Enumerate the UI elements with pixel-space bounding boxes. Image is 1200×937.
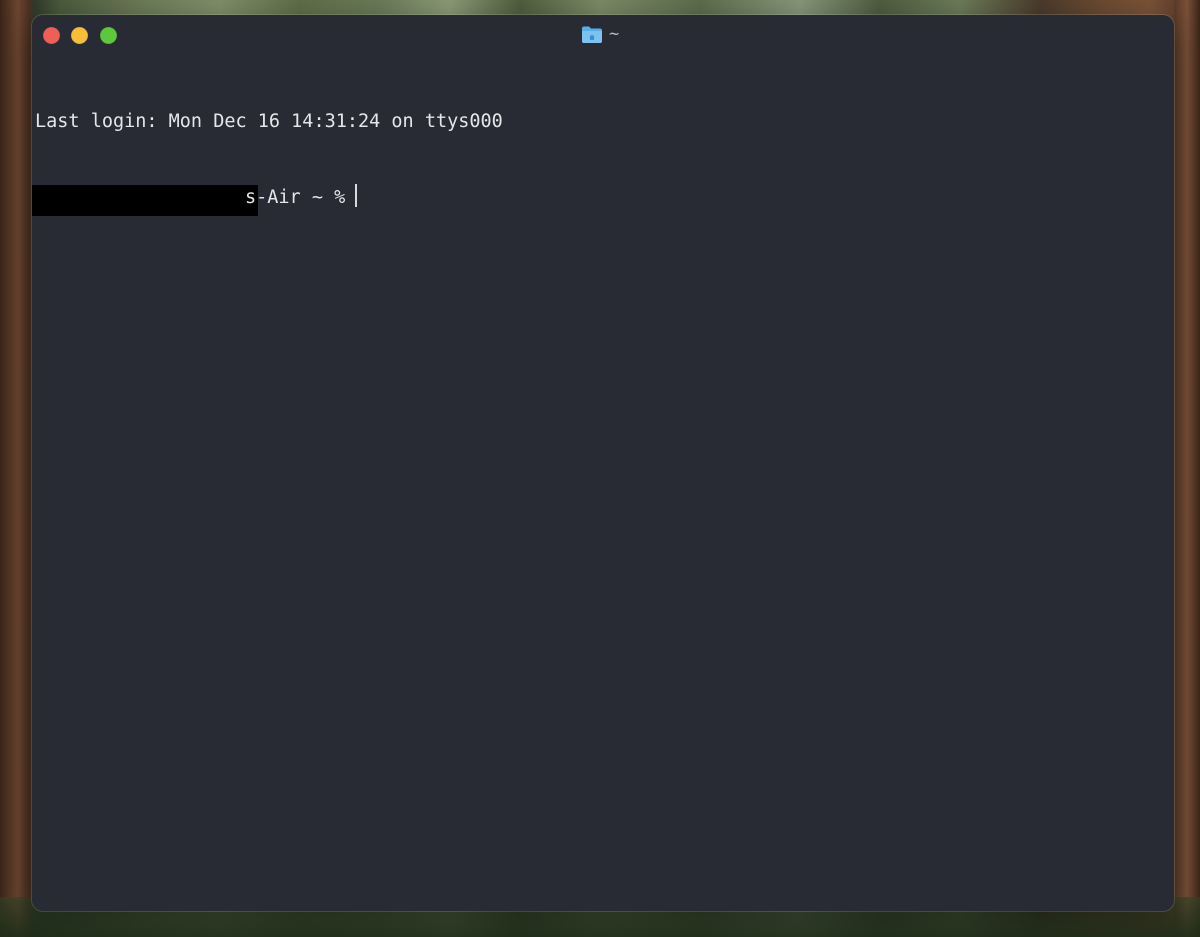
desktop-wallpaper-right: [1174, 0, 1200, 937]
prompt-text: s-Air ~ %: [245, 184, 357, 210]
close-button[interactable]: [43, 27, 60, 44]
text-cursor: [355, 184, 357, 207]
folder-home-icon: [581, 24, 603, 44]
last-login-line: Last login: Mon Dec 16 14:31:24 on ttys0…: [35, 111, 503, 132]
title-bar[interactable]: ~: [32, 15, 1174, 53]
maximize-button[interactable]: [100, 27, 117, 44]
minimize-button[interactable]: [71, 27, 88, 44]
redacted-hostname: [32, 185, 258, 216]
window-title-text: ~: [609, 24, 620, 44]
prompt-line[interactable]: s-Air ~ %: [32, 184, 1174, 216]
desktop-wallpaper-left: [0, 0, 30, 937]
terminal-content[interactable]: Last login: Mon Dec 16 14:31:24 on ttys0…: [32, 59, 1174, 911]
prompt-suffix: s-Air ~ %: [245, 187, 346, 208]
window-title: ~: [581, 23, 619, 45]
terminal-window[interactable]: ~ Last login: Mon Dec 16 14:31:24 on tty…: [32, 15, 1174, 911]
